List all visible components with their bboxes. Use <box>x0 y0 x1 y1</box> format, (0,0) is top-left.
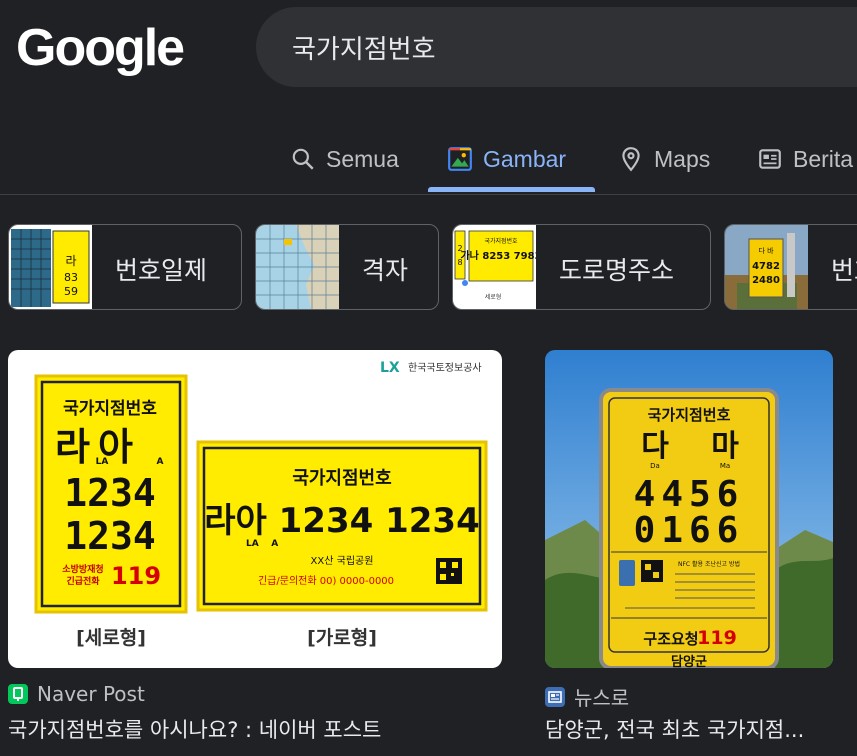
svg-text:2480: 2480 <box>752 275 780 286</box>
sign-row-1: 1234 <box>64 471 156 515</box>
svg-text:XX산 국립공원: XX산 국립공원 <box>311 554 374 567</box>
svg-text:국가지점번호: 국가지점번호 <box>648 406 731 424</box>
tab-maps[interactable]: Maps <box>618 140 710 178</box>
svg-text:다 바: 다 바 <box>758 246 774 255</box>
svg-text:긴급전화: 긴급전화 <box>66 575 100 587</box>
tab-news[interactable]: Berita <box>757 140 853 178</box>
svg-text:A: A <box>157 457 164 467</box>
svg-text:NFC 활용 조난신고 방법: NFC 활용 조난신고 방법 <box>678 560 740 568</box>
search-box[interactable]: 국가지점번호 <box>256 7 857 87</box>
image-icon <box>448 147 472 171</box>
svg-text:LX: LX <box>380 360 400 376</box>
brand-text: 한국국토정보공사 <box>408 362 482 374</box>
chip-label: 도로명주소 <box>559 256 675 285</box>
svg-text:LA: LA <box>96 457 109 467</box>
svg-text:LA A: LA A <box>246 539 278 549</box>
news-icon <box>759 149 781 169</box>
svg-text:세로형: 세로형 <box>485 293 502 301</box>
result-image[interactable]: 국가지점번호 다 마 Da Ma 4456 0166 NFC 활용 조난신고 방… <box>545 350 833 668</box>
news-favicon <box>545 686 565 707</box>
tab-maps-label: Maps <box>654 145 711 172</box>
caption-horizontal: [가로형] <box>307 627 377 649</box>
emergency-number: 119 <box>111 562 161 590</box>
svg-text:구조요청: 구조요청 <box>643 630 698 648</box>
sign-row-2: 0166 <box>634 510 745 551</box>
svg-text:83: 83 <box>64 271 78 284</box>
svg-text:긴급/문의전화 00) 0000-0000: 긴급/문의전화 00) 0000-0000 <box>258 575 394 587</box>
sign-row-2: 1234 <box>64 514 156 558</box>
sign-row-1: 4456 <box>634 474 745 515</box>
tab-news-label: Berita <box>793 145 854 172</box>
search-icon <box>292 148 314 170</box>
tab-images-label: Gambar <box>483 145 567 172</box>
chip-thumbnail: 다 바 4782 2480 <box>725 225 808 309</box>
chip-number[interactable]: 다 바 4782 2480 번호 <box>724 224 857 310</box>
chip-number-system[interactable]: 라 83 59 번호일제 <box>8 224 242 310</box>
svg-text:국가지점번호: 국가지점번호 <box>484 237 518 245</box>
chip-road-address[interactable]: 2 8 국가지점번호 가나 8253 7983 세로형 도로명주소 <box>452 224 711 310</box>
result-source-name: 뉴스로 <box>574 686 630 710</box>
caption-vertical: [세로형] <box>76 627 146 649</box>
svg-text:59: 59 <box>64 285 78 298</box>
sign-letter-1: 다 <box>641 429 669 464</box>
tab-all[interactable]: Semua <box>290 140 399 178</box>
svg-text:국가지점번호: 국가지점번호 <box>292 468 391 489</box>
sign-letter-2: 마 <box>711 429 739 464</box>
chip-label: 번호 <box>831 256 857 285</box>
chip-thumbnail: 라 83 59 <box>9 225 92 309</box>
search-tabs: Semua Gambar Maps Berita <box>0 128 857 194</box>
horizontal-code: 라아 1234 1234 <box>204 501 480 541</box>
result-title[interactable]: 담양군, 전국 최초 국가지점... <box>545 714 804 744</box>
map-pin-icon <box>622 147 640 172</box>
svg-text:라: 라 <box>65 254 76 268</box>
chip-thumbnail: 2 8 국가지점번호 가나 8253 7983 세로형 <box>453 225 536 309</box>
chip-grid[interactable]: 격자 <box>255 224 439 310</box>
svg-text:가나 8253 7983: 가나 8253 7983 <box>460 249 536 262</box>
result-image[interactable]: LX 한국국토정보공사 국가지점번호 라아 LA A 1234 1234 소방방… <box>8 350 502 668</box>
chip-thumbnail <box>256 225 339 309</box>
chip-label: 격자 <box>362 256 409 285</box>
svg-text:Da: Da <box>650 462 660 470</box>
naver-post-favicon <box>8 684 28 704</box>
divider <box>0 194 857 195</box>
svg-text:Ma: Ma <box>720 462 730 470</box>
qr-code <box>436 558 462 584</box>
tab-all-label: Semua <box>326 145 399 172</box>
tab-images[interactable]: Gambar <box>447 140 566 178</box>
result-source[interactable]: Naver Post <box>8 682 145 706</box>
search-input[interactable]: 국가지점번호 <box>292 29 436 66</box>
result-source[interactable]: 뉴스로 <box>545 682 629 711</box>
google-logo[interactable]: Google <box>16 18 185 78</box>
sign-title: 국가지점번호 <box>63 399 157 419</box>
result-source-name: Naver Post <box>37 682 145 706</box>
svg-text:119: 119 <box>697 627 737 649</box>
chip-label: 번호일제 <box>115 256 208 285</box>
svg-text:4782: 4782 <box>752 261 780 272</box>
active-tab-indicator <box>428 187 595 192</box>
result-title[interactable]: 국가지점번호를 아시나요? : 네이버 포스트 <box>8 714 381 744</box>
svg-text:소방방재청: 소방방재청 <box>62 563 103 575</box>
svg-text:담양군: 담양군 <box>671 655 707 668</box>
